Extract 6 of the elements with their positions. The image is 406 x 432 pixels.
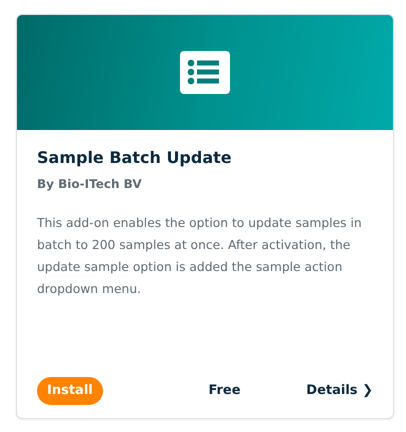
price-text: Free: [208, 382, 241, 400]
author-text: By Bio-ITech BV: [37, 176, 143, 193]
list-icon: [180, 51, 230, 94]
details-link[interactable]: Details ❯: [306, 381, 373, 401]
description-text: This add-on enables the option to update samples in batch to 200 samples at once. After activation, the update sample option is added the sample action dropdown menu.: [37, 215, 363, 298]
card-title: Sample Batch Update: [37, 147, 233, 169]
